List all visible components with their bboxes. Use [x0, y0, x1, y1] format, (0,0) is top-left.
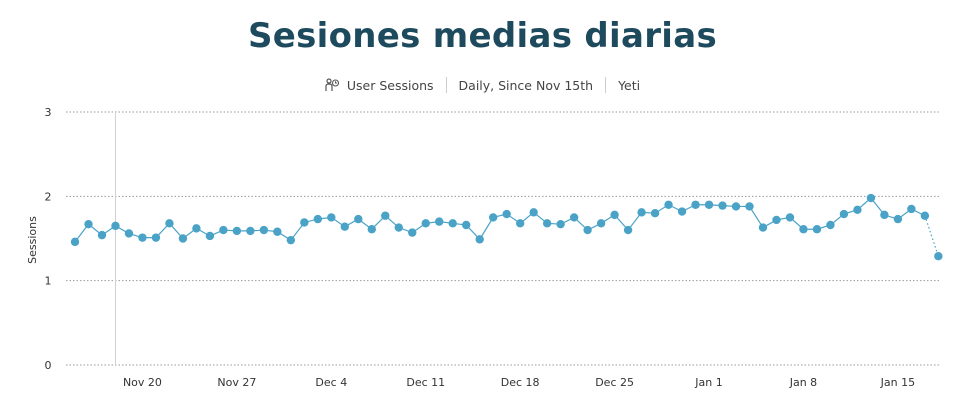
data-point[interactable] [731, 202, 741, 211]
data-point[interactable] [354, 214, 363, 224]
data-point[interactable] [313, 214, 323, 224]
y-axis-label: Sessions [26, 216, 39, 264]
data-point[interactable] [435, 217, 444, 226]
data-point[interactable] [650, 209, 660, 218]
data-point[interactable] [232, 226, 242, 236]
series-line-partial [924, 215, 939, 257]
data-point[interactable] [97, 230, 107, 240]
data-point[interactable] [259, 225, 269, 235]
data-point[interactable] [246, 226, 255, 236]
line-chart: 0 1 2 3 Sessions Nov 20 Nov 27 Dec 4 Dec 11 Dec 1… [26, 106, 943, 389]
data-point[interactable] [462, 220, 471, 230]
data-point[interactable] [637, 208, 646, 217]
data-point[interactable] [812, 225, 822, 234]
data-point[interactable] [273, 227, 282, 236]
data-point[interactable] [300, 218, 309, 227]
data-point[interactable] [205, 231, 215, 241]
data-point[interactable] [893, 214, 903, 224]
data-point[interactable] [84, 219, 93, 229]
data-point[interactable] [488, 213, 498, 222]
data-point[interactable] [785, 213, 795, 222]
x-tick-label: Dec 11 [406, 376, 445, 389]
data-point[interactable] [664, 200, 673, 209]
series-line [74, 197, 926, 243]
data-point[interactable] [502, 209, 511, 219]
data-point[interactable] [124, 229, 134, 238]
y-tick-label: 1 [45, 275, 52, 288]
data-point[interactable] [610, 210, 619, 220]
x-tick-label: Jan 1 [694, 376, 722, 389]
data-point[interactable] [704, 200, 714, 209]
data-point[interactable] [556, 219, 565, 229]
x-tick-label: Jan 8 [789, 376, 817, 389]
data-point[interactable] [839, 209, 849, 219]
data-point[interactable] [677, 207, 687, 216]
data-point[interactable] [367, 225, 376, 234]
data-point[interactable] [408, 228, 417, 237]
data-point[interactable] [192, 224, 201, 233]
data-point[interactable] [623, 225, 633, 235]
data-point[interactable] [934, 252, 943, 261]
x-tick-label: Dec 4 [315, 376, 347, 389]
data-point[interactable] [569, 213, 579, 222]
x-tick-label: Nov 20 [123, 376, 162, 389]
data-point[interactable] [138, 233, 147, 242]
data-point[interactable] [421, 219, 430, 228]
data-point[interactable] [583, 225, 592, 235]
data-point[interactable] [718, 201, 727, 210]
data-point[interactable] [907, 204, 916, 214]
x-tick-label: Dec 25 [595, 376, 634, 389]
data-point[interactable] [542, 219, 552, 228]
x-tick-label: Nov 27 [217, 376, 256, 389]
data-point[interactable] [745, 202, 754, 211]
data-point[interactable] [529, 208, 538, 217]
y-tick-label: 0 [45, 359, 52, 372]
data-point[interactable] [111, 221, 120, 231]
data-point[interactable] [340, 222, 349, 231]
data-point[interactable] [286, 235, 296, 245]
data-point[interactable] [394, 223, 403, 232]
data-point[interactable] [219, 225, 228, 235]
data-point[interactable] [596, 219, 606, 228]
x-tick-label: Dec 18 [501, 376, 540, 389]
data-point[interactable] [381, 211, 390, 220]
y-tick-label: 3 [45, 106, 52, 119]
data-point[interactable] [799, 225, 808, 234]
data-point[interactable] [691, 200, 700, 209]
y-tick-label: 2 [45, 190, 52, 203]
data-point[interactable] [475, 235, 484, 244]
data-point[interactable] [70, 237, 80, 247]
data-point[interactable] [920, 211, 930, 220]
data-point[interactable] [515, 219, 525, 228]
data-point[interactable] [448, 219, 457, 228]
data-point[interactable] [853, 205, 862, 215]
data-point[interactable] [151, 233, 161, 242]
data-point[interactable] [327, 213, 336, 222]
data-point[interactable] [772, 215, 781, 225]
data-point[interactable] [165, 219, 174, 228]
data-point[interactable] [758, 223, 768, 232]
x-tick-label: Jan 15 [880, 376, 915, 389]
data-point[interactable] [880, 210, 889, 220]
data-point[interactable] [866, 193, 876, 203]
data-point[interactable] [826, 220, 835, 230]
data-point[interactable] [178, 234, 188, 243]
